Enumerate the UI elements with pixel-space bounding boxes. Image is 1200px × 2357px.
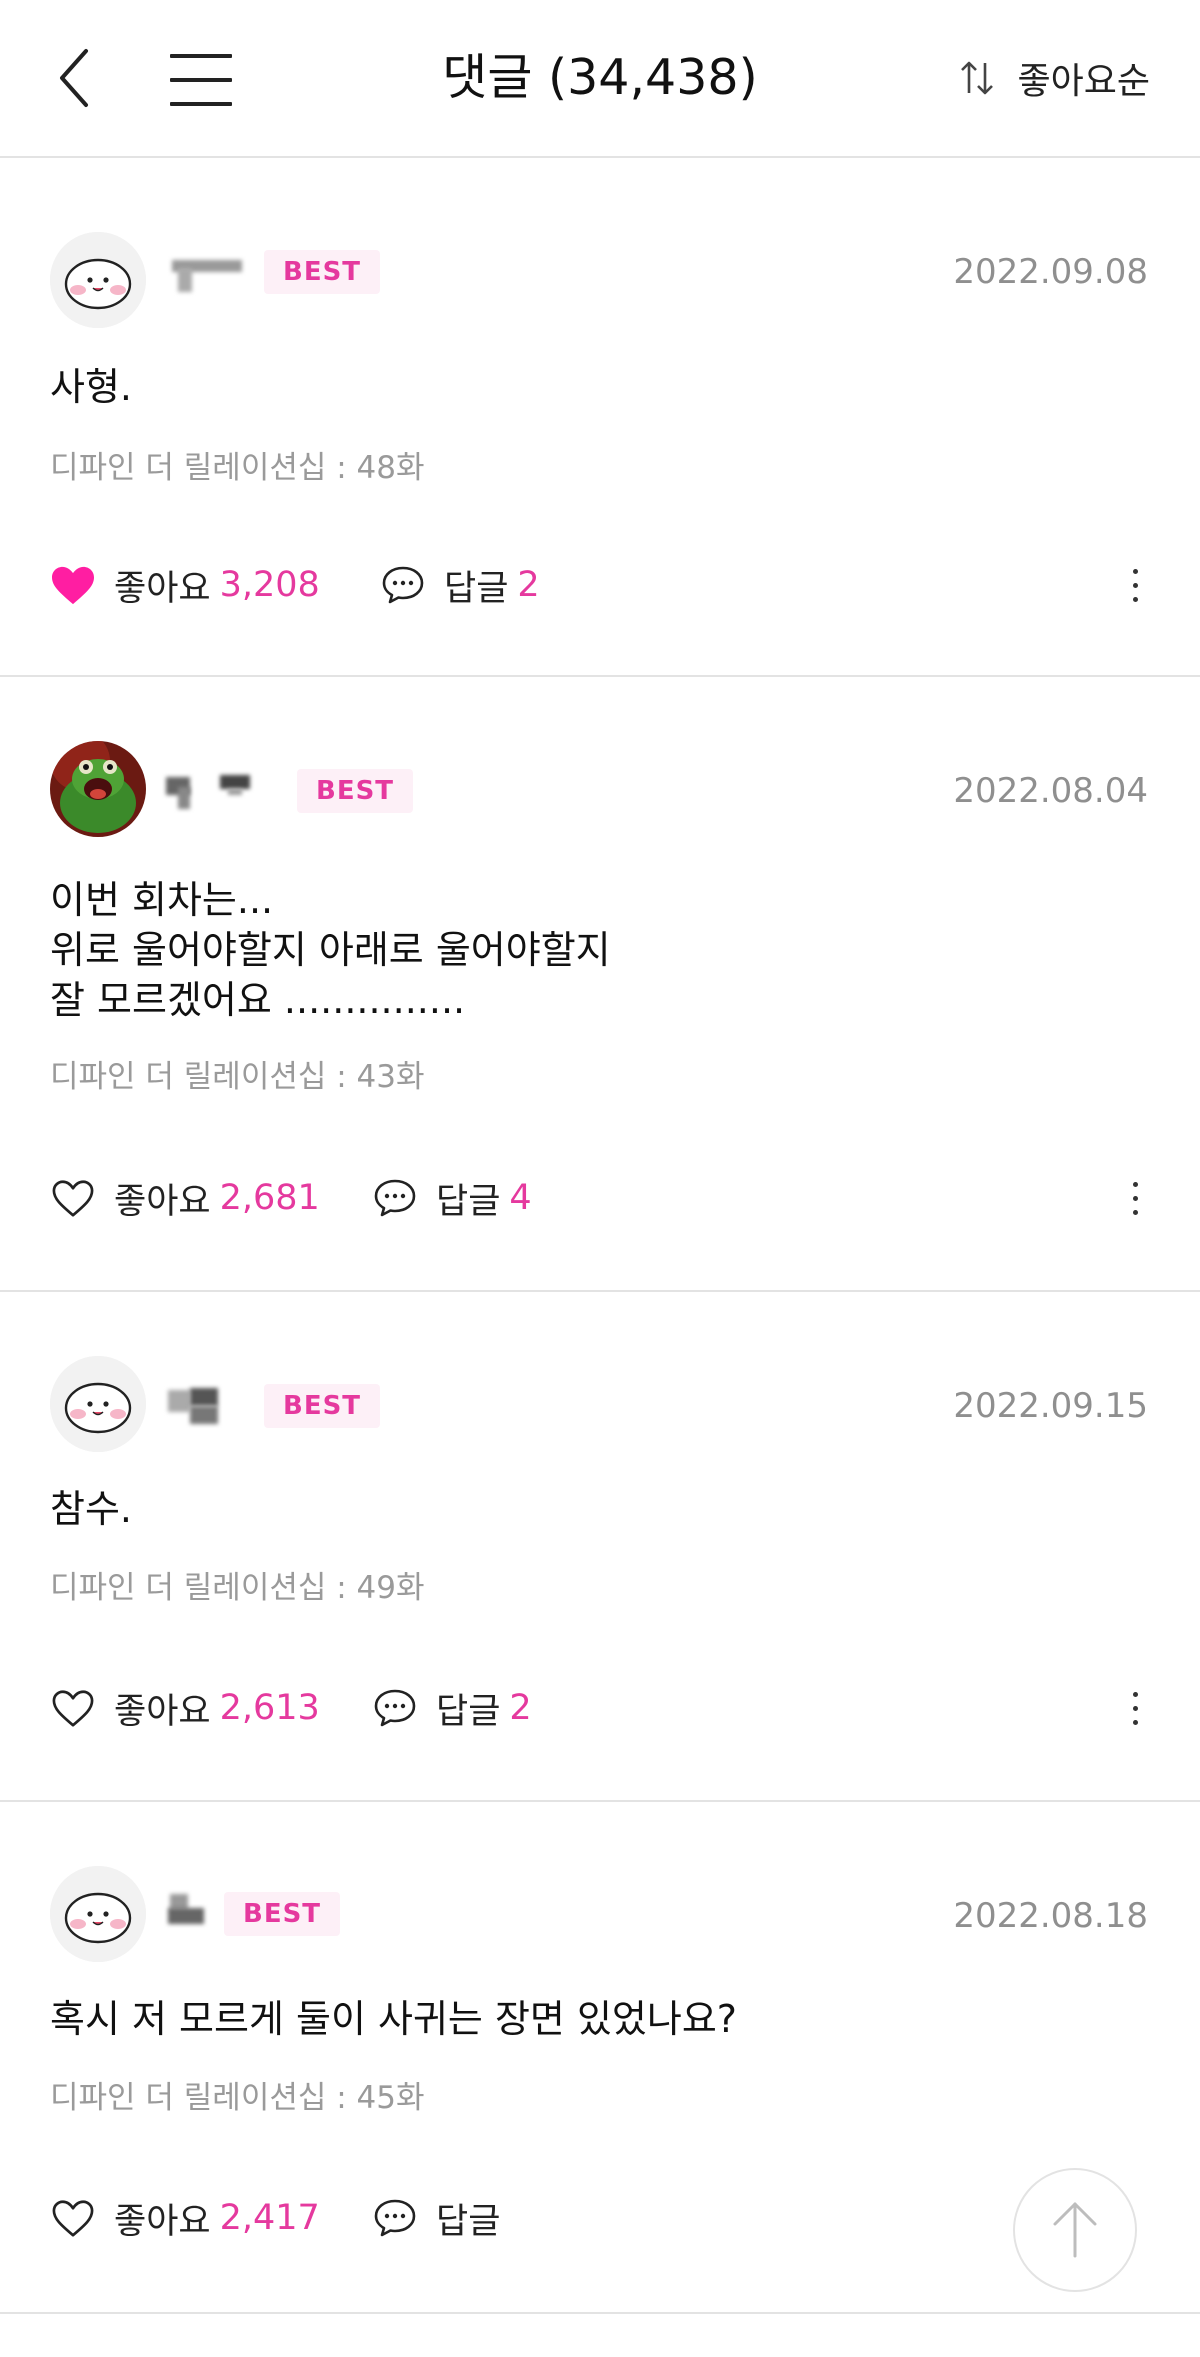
top-bar: 댓글 (34,438) 좋아요순 xyxy=(0,0,1200,158)
comment-actions: 좋아요 2,613 답글 2 xyxy=(50,1678,1150,1738)
comment-text: 사형. xyxy=(50,365,132,409)
avatar[interactable] xyxy=(50,1356,146,1452)
like-label: 좋아요 xyxy=(114,1691,211,1732)
nickname-blurred[interactable] xyxy=(166,1890,210,1930)
reply-button[interactable]: 답글 2 xyxy=(372,1678,532,1738)
episode-label[interactable]: 디파인 더 릴레이션십 : 48화 xyxy=(50,446,425,490)
like-label: 좋아요 xyxy=(114,568,211,609)
sort-button[interactable]: 좋아요순 xyxy=(958,50,1150,106)
speech-bubble-icon xyxy=(374,1179,416,1217)
chevron-left-icon xyxy=(60,49,88,107)
sort-icon xyxy=(960,61,993,95)
like-button[interactable]: 좋아요 3,208 xyxy=(50,555,320,615)
avatar[interactable] xyxy=(50,232,146,328)
bunny-avatar-icon xyxy=(50,1356,146,1452)
episode-label[interactable]: 디파인 더 릴레이션십 : 45화 xyxy=(50,2076,425,2120)
best-badge: BEST xyxy=(264,1384,381,1428)
like-count: 2,613 xyxy=(219,1688,320,1728)
comment-date: 2022.09.08 xyxy=(953,252,1148,292)
comment-item: BEST 2022.08.04 이번 회차는... 위로 울어야할지 아래로 울… xyxy=(0,679,1200,1292)
more-vertical-icon xyxy=(1133,1692,1138,1697)
reply-button[interactable]: 답글 4 xyxy=(372,1168,532,1228)
reply-count: 4 xyxy=(509,1178,532,1218)
like-button[interactable]: 좋아요 2,417 xyxy=(50,2188,320,2248)
episode-label[interactable]: 디파인 더 릴레이션십 : 43화 xyxy=(50,1055,425,1099)
scroll-to-top-button[interactable] xyxy=(1013,2168,1137,2292)
nickname-blurred[interactable] xyxy=(168,252,248,292)
more-vertical-icon xyxy=(1133,569,1138,574)
best-badge: BEST xyxy=(297,769,414,813)
comment-text: 이번 회차는... 위로 울어야할지 아래로 울어야할지 잘 모르겠어요 ...… xyxy=(50,878,611,1022)
episode-label[interactable]: 디파인 더 릴레이션십 : 49화 xyxy=(50,1566,425,1610)
like-count: 2,417 xyxy=(219,2198,320,2238)
more-options-button[interactable] xyxy=(1120,555,1150,615)
nickname-blurred[interactable] xyxy=(164,771,268,811)
frog-avatar-icon xyxy=(50,741,146,837)
heart-filled-icon xyxy=(52,566,94,605)
heart-outline-icon xyxy=(52,1180,94,1217)
like-button[interactable]: 좋아요 2,613 xyxy=(50,1678,320,1738)
like-label: 좋아요 xyxy=(114,1181,211,1222)
menu-button[interactable] xyxy=(170,52,234,108)
like-count: 3,208 xyxy=(219,565,320,605)
comment-date: 2022.08.04 xyxy=(953,771,1148,811)
hamburger-icon xyxy=(170,54,232,58)
reply-label: 답글 xyxy=(436,2201,501,2242)
bunny-avatar-icon xyxy=(50,232,146,328)
reply-label: 답글 xyxy=(436,1181,501,1222)
avatar[interactable] xyxy=(50,1866,146,1962)
comment-actions: 좋아요 3,208 답글 2 xyxy=(50,555,1150,615)
speech-bubble-icon xyxy=(374,2199,416,2237)
nickname-blurred[interactable] xyxy=(166,1386,246,1426)
comment-item: BEST 2022.09.15 참수. 디파인 더 릴레이션십 : 49화 좋아… xyxy=(0,1294,1200,1802)
reply-button[interactable]: 답글 2 xyxy=(380,555,540,615)
more-options-button[interactable] xyxy=(1120,1168,1150,1228)
bunny-avatar-icon xyxy=(50,1866,146,1962)
speech-bubble-icon xyxy=(374,1689,416,1727)
heart-outline-icon xyxy=(52,2200,94,2237)
sort-label: 좋아요순 xyxy=(1017,61,1150,102)
avatar[interactable] xyxy=(50,741,146,837)
speech-bubble-icon xyxy=(382,566,424,604)
like-label: 좋아요 xyxy=(114,2201,211,2242)
comment-date: 2022.08.18 xyxy=(953,1896,1148,1936)
back-button[interactable] xyxy=(52,45,102,111)
more-options-button[interactable] xyxy=(1120,1678,1150,1738)
comment-actions: 좋아요 2,681 답글 4 xyxy=(50,1168,1150,1228)
reply-button[interactable]: 답글 xyxy=(372,2188,509,2248)
comment-date: 2022.09.15 xyxy=(953,1386,1148,1426)
reply-count: 2 xyxy=(509,1688,532,1728)
heart-outline-icon xyxy=(52,1690,94,1727)
reply-count: 2 xyxy=(517,565,540,605)
comment-text: 혹시 저 모르게 둘이 사귀는 장면 있었나요? xyxy=(50,1997,737,2041)
arrow-up-icon xyxy=(1053,2202,1097,2258)
reply-label: 답글 xyxy=(444,568,509,609)
like-count: 2,681 xyxy=(219,1178,320,1218)
comment-text: 참수. xyxy=(50,1487,132,1531)
comment-item: BEST 2022.09.08 사형. 디파인 더 릴레이션십 : 48화 좋아… xyxy=(0,160,1200,677)
comment-actions: 좋아요 2,417 답글 xyxy=(50,2188,1150,2248)
reply-label: 답글 xyxy=(436,1691,501,1732)
like-button[interactable]: 좋아요 2,681 xyxy=(50,1168,320,1228)
best-badge: BEST xyxy=(264,250,381,294)
best-badge: BEST xyxy=(224,1892,341,1936)
more-vertical-icon xyxy=(1133,1182,1138,1187)
